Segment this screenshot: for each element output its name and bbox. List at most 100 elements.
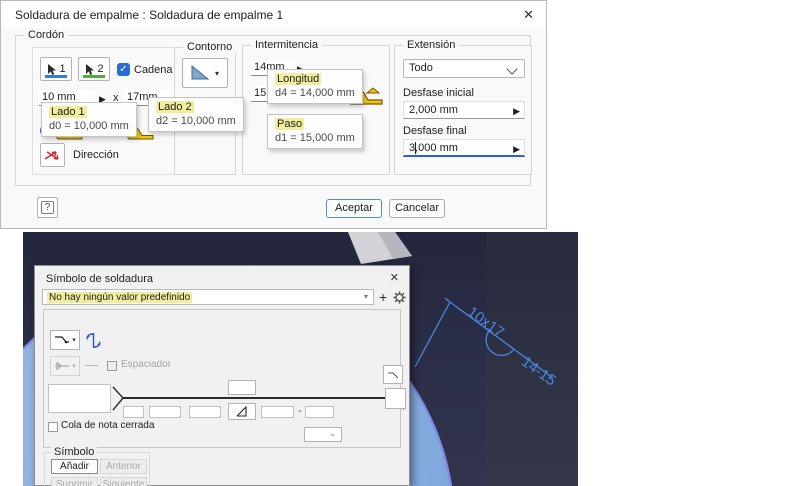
blue-underline xyxy=(45,75,67,78)
desfase-inicial-label: Desfase inicial xyxy=(403,87,474,99)
cadena-checkbox[interactable]: ✓ xyxy=(117,63,130,76)
help-icon: ? xyxy=(40,201,55,214)
siguiente-button: Siguiente xyxy=(100,477,147,486)
desfase-inicial-flyout-arrow-icon[interactable]: ▶ xyxy=(513,106,520,116)
tooltip-lado1: Lado 1 d0 = 10,000 mm xyxy=(41,102,137,137)
weld-field-2[interactable] xyxy=(149,406,181,418)
alcance-value: Todo xyxy=(409,62,433,74)
simbolo-group: Símbolo Añadir Anterior Suprimir Siguien… xyxy=(44,446,150,486)
check-icon: ✓ xyxy=(119,64,128,75)
select-side2-button[interactable]: 2 xyxy=(78,57,110,81)
tooltip-lado2: Lado 2 d2 = 10,000 mm xyxy=(148,97,244,132)
cursor-icon xyxy=(86,63,95,75)
flip-symbol-button[interactable] xyxy=(85,332,102,349)
cursor-icon xyxy=(48,63,57,75)
dim-text-1: 10x17 xyxy=(464,303,507,341)
anadir-button[interactable]: Añadir xyxy=(51,459,98,474)
text-cursor xyxy=(415,142,416,154)
fillet-weld-dialog: Soldadura de empalme : Soldadura de empa… xyxy=(0,0,547,229)
symbol-editor-panel: ▾ ▾ Espaciador - Cola de nota cerrada ⌄ xyxy=(43,309,406,448)
contour-triangle-icon xyxy=(191,65,210,80)
desfase-inicial-field[interactable]: 2,000 mm ▶ xyxy=(403,101,525,119)
desfase-final-value: 3,000 mm xyxy=(409,142,458,154)
jog-leader-button[interactable] xyxy=(383,365,403,384)
combo-caret-icon: ▾ xyxy=(363,292,368,301)
tail-button[interactable] xyxy=(385,388,406,409)
direccion-label: Dirección xyxy=(73,149,119,161)
preset-value: No hay ningún valor predefinido xyxy=(47,291,193,303)
note-text-box[interactable] xyxy=(48,384,111,413)
gear-icon[interactable] xyxy=(393,291,406,304)
fillet-weld-title: Soldadura de empalme : Soldadura de empa… xyxy=(15,8,284,22)
simbolo-group-label: Símbolo xyxy=(51,446,98,458)
weld-symbol-dialog: Símbolo de soldadura ✕ No hay ningún val… xyxy=(34,265,410,486)
espaciador-checkbox xyxy=(107,361,117,371)
cadena-label: Cadena xyxy=(134,64,173,76)
tooltip-lado1-value: d0 = 10,000 mm xyxy=(49,120,129,132)
weld-field-3[interactable] xyxy=(189,406,221,418)
chevron-down-icon xyxy=(506,63,518,75)
intermitencia-group: Intermitencia 14mm ▶ 15 m 1 xyxy=(242,39,390,175)
desfase-inicial-value: 2,000 mm xyxy=(409,104,458,116)
desfase-final-field[interactable]: 3,000 mm ▶ xyxy=(403,139,525,157)
tooltip-lado1-title: Lado 1 xyxy=(49,106,87,118)
weld-symbol-button[interactable] xyxy=(228,403,256,420)
desfase-final-label: Desfase final xyxy=(403,125,467,137)
tooltip-paso: Paso d1 = 15,000 mm xyxy=(267,114,363,149)
symbol-above-button[interactable] xyxy=(228,380,256,395)
screen: { "weld_dialog": { "title": "Soldadura d… xyxy=(0,0,800,486)
dash-label: - xyxy=(298,405,302,417)
dim-text-2: 14-15 xyxy=(518,353,559,389)
jog-line-icon xyxy=(388,371,399,378)
extension-group: Extensión Todo Desfase inicial 2,000 mm … xyxy=(394,39,532,175)
symbol-variant-select[interactable]: ⌄ xyxy=(304,427,342,442)
select-side1-number: 1 xyxy=(59,63,66,75)
contorno-dropdown-button[interactable]: ▾ xyxy=(182,58,228,88)
anterior-button: Anterior xyxy=(100,459,147,474)
cordon-group-label: Cordón xyxy=(24,29,69,41)
tooltip-lado2-title: Lado 2 xyxy=(156,101,194,113)
green-underline xyxy=(83,75,105,78)
select-side1-button[interactable]: 1 xyxy=(40,57,72,81)
weld-field-1[interactable] xyxy=(123,406,144,418)
dropdown-caret-icon: ▾ xyxy=(72,337,76,344)
add-preset-button[interactable]: + xyxy=(379,289,387,305)
suprimir-button: Suprimir xyxy=(51,477,98,486)
id-arrow-icon xyxy=(55,362,70,370)
espaciador-label: Espaciador xyxy=(121,359,172,370)
extension-group-label: Extensión xyxy=(403,39,460,51)
preset-combobox[interactable]: No hay ningún valor predefinido ▾ xyxy=(42,289,374,305)
leader-style-button[interactable]: ▾ xyxy=(50,330,80,350)
leader-line-icon xyxy=(55,336,70,344)
dropdown-caret-icon: ▾ xyxy=(72,363,76,370)
help-button[interactable]: ? xyxy=(37,197,58,218)
desfase-final-flyout-arrow-icon[interactable]: ▶ xyxy=(513,144,520,154)
viewport-3d[interactable]: 10x17 14-15 Símbolo de soldadura ✕ No ha… xyxy=(23,232,578,486)
tooltip-longitud-value: d4 = 14,000 mm xyxy=(275,87,355,99)
alcance-select[interactable]: Todo xyxy=(403,59,525,78)
tooltip-longitud-title: Longitud xyxy=(275,73,322,85)
weld-symbol-title: Símbolo de soldadura xyxy=(46,273,154,285)
tooltip-longitud: Longitud d4 = 14,000 mm xyxy=(267,69,363,104)
direction-arrows-icon xyxy=(44,150,59,160)
accept-button[interactable]: Aceptar xyxy=(326,199,382,218)
divider xyxy=(85,365,98,366)
cancel-button[interactable]: Cancelar xyxy=(389,199,445,218)
chevron-down-icon: ⌄ xyxy=(329,429,336,438)
weld-field-5[interactable] xyxy=(305,406,334,418)
fillet-symbol-icon xyxy=(236,406,247,417)
close-icon[interactable]: ✕ xyxy=(523,8,534,21)
dropdown-caret-icon: ▾ xyxy=(214,68,219,78)
close-icon[interactable]: ✕ xyxy=(390,272,399,285)
tooltip-paso-value: d1 = 15,000 mm xyxy=(275,132,355,144)
cola-label: Cola de nota cerrada xyxy=(61,420,155,431)
intermitencia-group-label: Intermitencia xyxy=(251,39,322,51)
identification-button: ▾ xyxy=(50,356,80,376)
tooltip-paso-title: Paso xyxy=(275,118,305,130)
tooltip-lado2-value: d2 = 10,000 mm xyxy=(156,115,236,127)
cola-checkbox[interactable] xyxy=(48,422,58,432)
contorno-group-label: Contorno xyxy=(183,41,237,53)
weld-field-4[interactable] xyxy=(261,406,294,418)
direccion-button[interactable] xyxy=(40,143,65,167)
select-side2-number: 2 xyxy=(97,63,104,75)
